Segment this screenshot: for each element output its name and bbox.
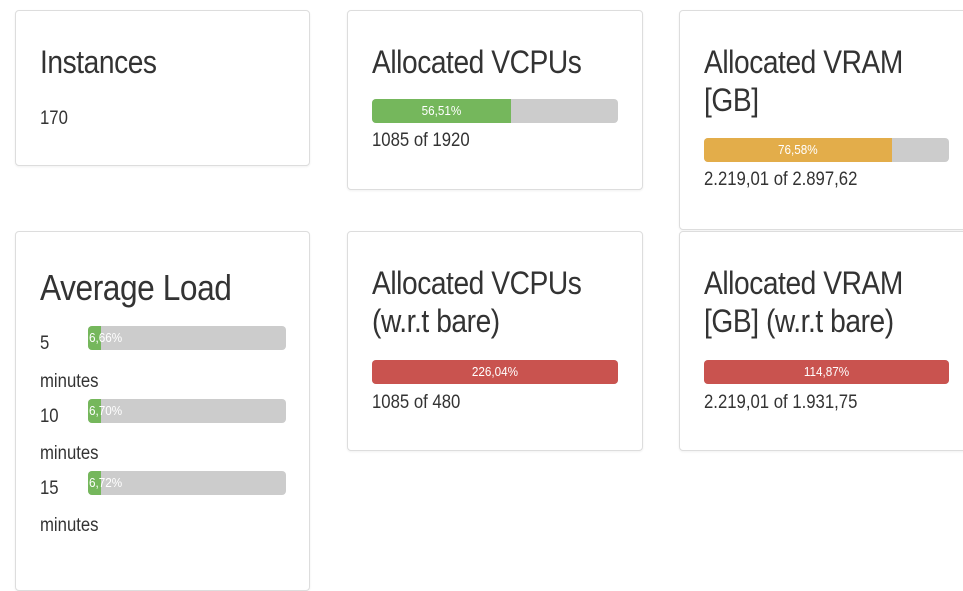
instances-count: 170 (40, 108, 68, 129)
allocated-vram-progress-bar: 76,58% (704, 138, 949, 162)
load-10-unit: minutes (40, 443, 99, 464)
allocated-vcpus-bare-progress-bar: 226,04% (372, 360, 618, 384)
load-10-progress-bar: 6,70% (88, 399, 286, 423)
allocated-vram-title-line1: Allocated VRAM (704, 44, 903, 80)
allocated-vcpus-bare-summary: 1085 of 480 (372, 392, 461, 413)
allocated-vram-percent: 76,58% (777, 142, 818, 157)
load-15-number: 15 (40, 478, 59, 499)
load-15-unit: minutes (40, 515, 99, 536)
average-load-card: Average Load 5 6,66% minutes 10 6,70% mi… (15, 231, 310, 591)
allocated-vcpus-progress-bar: 56,51% (372, 99, 618, 123)
allocated-vcpus-percent: 56,51% (421, 103, 462, 118)
load-5-number: 5 (40, 333, 50, 354)
allocated-vram-bare-card: Allocated VRAM [GB] (w.r.t bare) 114,87%… (679, 231, 963, 451)
allocated-vcpus-bare-percent: 226,04% (471, 364, 519, 379)
allocated-vram-card: Allocated VRAM [GB] 76,58% 2.219,01 of 2… (679, 10, 963, 230)
load-10-percent: 6,70% (89, 403, 123, 418)
allocated-vcpus-bare-card: Allocated VCPUs (w.r.t bare) 226,04% 108… (347, 231, 643, 451)
load-15-percent: 6,72% (89, 475, 123, 490)
allocated-vram-summary: 2.219,01 of 2.897,62 (704, 169, 858, 190)
allocated-vcpus-bare-title-line1: Allocated VCPUs (372, 265, 582, 301)
allocated-vcpus-title: Allocated VCPUs (372, 44, 582, 80)
load-5-unit: minutes (40, 371, 99, 392)
allocated-vram-bare-progress-bar: 114,87% (704, 360, 949, 384)
load-10-number: 10 (40, 406, 59, 427)
average-load-title: Average Load (40, 267, 232, 308)
allocated-vram-title-line2: [GB] (704, 82, 759, 118)
load-15-progress-bar: 6,72% (88, 471, 286, 495)
allocated-vcpus-summary: 1085 of 1920 (372, 130, 470, 151)
instances-title: Instances (40, 44, 157, 80)
allocated-vram-bare-summary: 2.219,01 of 1.931,75 (704, 392, 858, 413)
allocated-vram-bare-title-line1: Allocated VRAM (704, 265, 903, 301)
load-5-progress-bar: 6,66% (88, 326, 286, 350)
allocated-vram-bare-title-line2: [GB] (w.r.t bare) (704, 303, 894, 339)
instances-card: Instances 170 (15, 10, 310, 166)
allocated-vcpus-bare-title-line2: (w.r.t bare) (372, 303, 500, 339)
allocated-vram-bare-percent: 114,87% (803, 364, 850, 379)
allocated-vcpus-card: Allocated VCPUs 56,51% 1085 of 1920 (347, 10, 643, 190)
load-5-percent: 6,66% (89, 330, 123, 345)
